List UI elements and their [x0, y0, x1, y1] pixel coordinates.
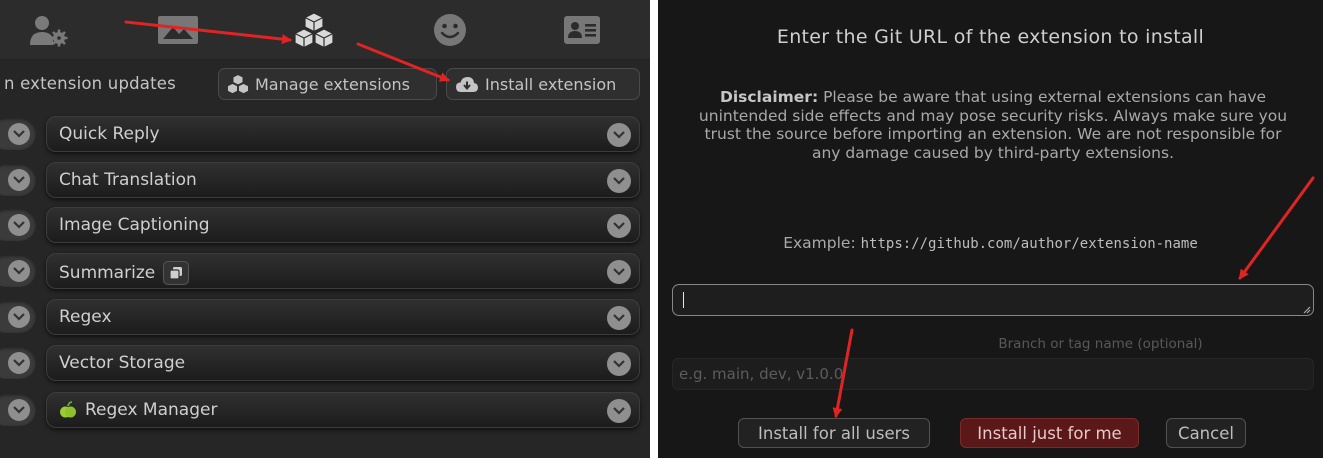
extension-label: Regex Manager: [85, 400, 218, 420]
extension-label-wrap: Summarize: [59, 261, 190, 285]
disclaimer: Disclaimer: Please be aware that using e…: [688, 88, 1298, 162]
extension-drawer-vector-storage[interactable]: Vector Storage: [46, 345, 640, 381]
text-caret: [683, 292, 684, 308]
cloud-download-icon: [455, 75, 479, 93]
chevron-down-icon: [8, 260, 30, 282]
chevron-down-icon[interactable]: [607, 260, 631, 284]
extension-drawer-image-captioning[interactable]: Image Captioning: [46, 207, 640, 243]
extension-row: Quick Reply: [0, 114, 650, 152]
extension-enable-toggle[interactable]: [0, 255, 36, 287]
manage-extensions-label: Manage extensions: [255, 74, 410, 94]
install-extension-button[interactable]: Install extension: [446, 68, 640, 100]
extension-drawer-regex[interactable]: Regex: [46, 299, 640, 335]
extension-enable-toggle[interactable]: [0, 118, 36, 150]
chevron-down-icon: [8, 399, 30, 421]
extension-drawer-quick-reply[interactable]: Quick Reply: [46, 116, 640, 152]
chevron-down-icon[interactable]: [607, 399, 631, 423]
extension-row: Regex Manager: [0, 390, 650, 428]
extension-enable-toggle[interactable]: [0, 209, 36, 241]
disclaimer-label: Disclaimer:: [719, 88, 819, 106]
extension-label: Image Captioning: [59, 215, 210, 235]
chevron-down-icon[interactable]: [607, 352, 631, 376]
extension-enable-toggle[interactable]: [0, 347, 36, 379]
extension-label: Quick Reply: [59, 124, 160, 144]
background-icon[interactable]: [156, 10, 200, 50]
chevron-down-icon[interactable]: [607, 306, 631, 330]
chevron-down-icon: [8, 352, 30, 374]
extension-enable-toggle[interactable]: [0, 394, 36, 426]
chevron-down-icon: [8, 169, 30, 191]
chevron-down-icon[interactable]: [607, 169, 631, 193]
extension-enable-toggle[interactable]: [0, 164, 36, 196]
extension-label-wrap: Regex Manager: [59, 400, 217, 420]
extension-label: Summarize: [59, 263, 156, 283]
example-url: https://github.com/author/extension-name: [860, 236, 1198, 252]
smiley-icon[interactable]: [428, 10, 472, 50]
extension-row: Vector Storage: [0, 343, 650, 381]
install-extension-dialog: Enter the Git URL of the extension to in…: [658, 0, 1323, 458]
chevron-down-icon: [8, 214, 30, 236]
persona-card-icon[interactable]: [560, 10, 604, 50]
extension-drawer-chat-translation[interactable]: Chat Translation: [46, 162, 640, 198]
extension-enable-toggle[interactable]: [0, 301, 36, 333]
chevron-down-icon: [8, 306, 30, 328]
extensions-toolbar: n extension updates Manage extensions In…: [0, 66, 650, 104]
extensions-panel: n extension updates Manage extensions In…: [0, 0, 650, 458]
resize-handle-icon[interactable]: [1303, 306, 1311, 314]
user-settings-icon[interactable]: [26, 10, 70, 50]
extension-row: Chat Translation: [0, 160, 650, 198]
cubes-icon: [227, 74, 249, 94]
git-url-input[interactable]: [672, 284, 1314, 316]
extension-label: Regex: [59, 307, 112, 327]
branch-label: Branch or tag name (optional): [998, 336, 1203, 352]
cancel-button[interactable]: Cancel: [1166, 418, 1246, 448]
extension-drawer-regex-manager[interactable]: Regex Manager: [46, 392, 640, 428]
chevron-down-icon[interactable]: [607, 214, 631, 238]
extensions-cubes-icon[interactable]: [292, 10, 336, 50]
chevron-down-icon[interactable]: [607, 123, 631, 147]
extension-row: Regex: [0, 297, 650, 335]
chevron-down-icon: [8, 123, 30, 145]
install-extension-label: Install extension: [485, 74, 617, 94]
extension-row: Image Captioning: [0, 205, 650, 243]
dialog-title: Enter the Git URL of the extension to in…: [776, 26, 1205, 48]
example-line: Example: https://github.com/author/exten…: [658, 234, 1323, 252]
extension-updates-text[interactable]: n extension updates: [4, 74, 176, 93]
extension-label: Chat Translation: [59, 170, 197, 190]
install-just-for-me-button[interactable]: Install just for me: [960, 418, 1139, 448]
extension-label: Vector Storage: [59, 353, 186, 373]
example-label: Example:: [783, 234, 856, 252]
extension-row: Summarize: [0, 251, 650, 289]
top-navigation-bar: [0, 0, 650, 60]
extension-drawer-summarize[interactable]: Summarize: [46, 253, 640, 289]
branch-input[interactable]: [672, 358, 1314, 390]
manage-extensions-button[interactable]: Manage extensions: [218, 68, 437, 100]
copy-icon[interactable]: [163, 261, 190, 285]
install-for-all-users-button[interactable]: Install for all users: [738, 418, 930, 448]
apple-icon: [59, 401, 77, 419]
